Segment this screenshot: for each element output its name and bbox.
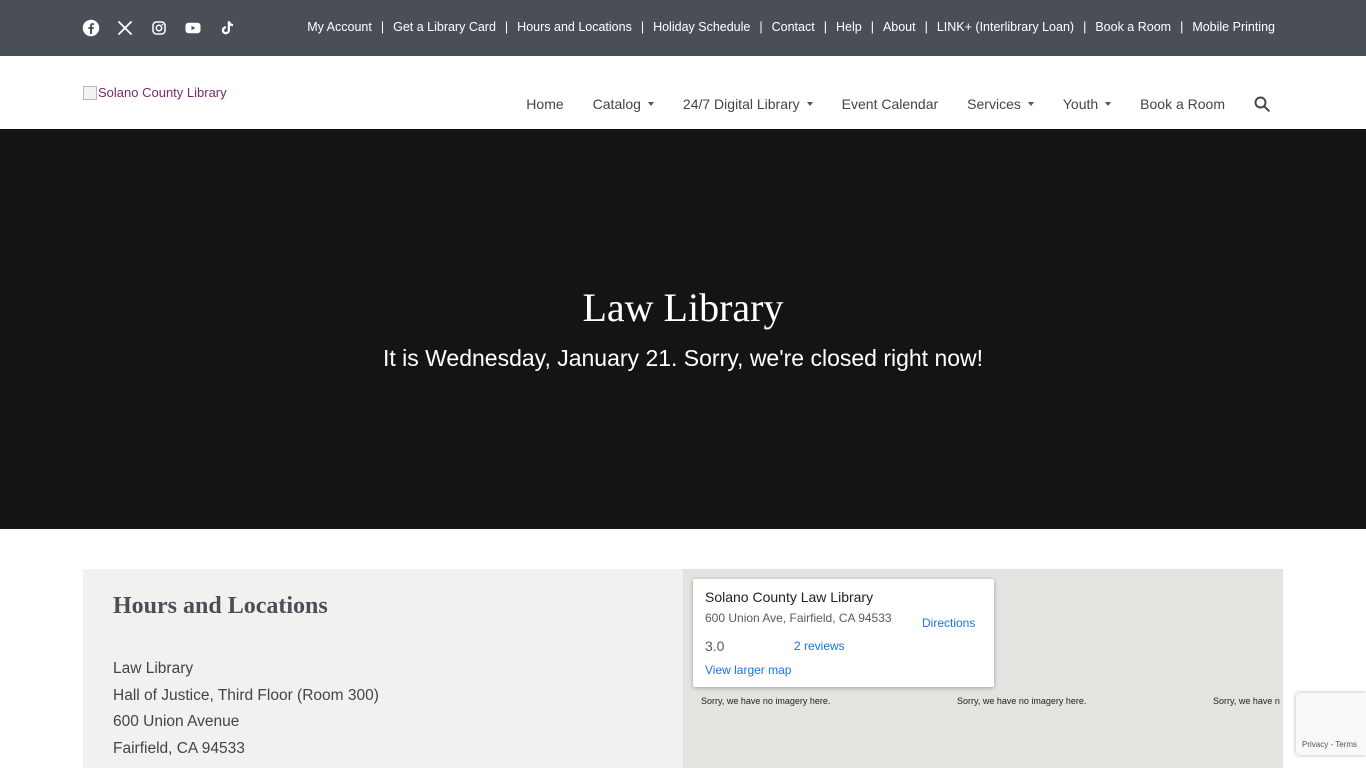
recaptcha-badge[interactable]: Privacy - Terms xyxy=(1296,693,1366,755)
map-place-card: Solano County Law Library 600 Union Ave,… xyxy=(693,579,994,687)
utility-links: My Account | Get a Library Card | Hours … xyxy=(307,20,1275,34)
map-place-name: Solano County Law Library xyxy=(705,589,874,605)
nav-event-calendar[interactable]: Event Calendar xyxy=(842,96,939,112)
open-status-text: It is Wednesday, January 21. Sorry, we'r… xyxy=(382,345,984,371)
caret-down-icon xyxy=(647,102,654,106)
contact-link[interactable]: Contact xyxy=(772,20,815,34)
help-link[interactable]: Help xyxy=(836,20,862,34)
link-separator: | xyxy=(1083,20,1087,34)
my-account-link[interactable]: My Account xyxy=(307,20,372,34)
nav-label: Youth xyxy=(1062,96,1099,112)
location-map[interactable]: Solano County Law Library 600 Union Ave,… xyxy=(683,569,1283,768)
nav-digital-library[interactable]: 24/7 Digital Library xyxy=(683,96,813,112)
about-link[interactable]: About xyxy=(883,20,916,34)
hours-heading: Hours and Locations xyxy=(113,593,328,619)
map-rating: 3.0 xyxy=(705,638,725,654)
link-separator: | xyxy=(504,20,509,34)
search-icon[interactable] xyxy=(1254,96,1270,112)
caret-down-icon xyxy=(1105,102,1112,106)
location-address: Law Library Hall of Justice, Third Floor… xyxy=(113,656,379,762)
nav-home[interactable]: Home xyxy=(526,96,563,112)
reviews-link[interactable]: 2 reviews xyxy=(794,639,845,653)
tiktok-icon[interactable] xyxy=(218,19,236,37)
caret-down-icon xyxy=(806,102,813,106)
book-room-utility-link[interactable]: Book a Room xyxy=(1095,20,1171,34)
library-card-link[interactable]: Get a Library Card xyxy=(393,20,496,34)
link-separator: | xyxy=(380,20,385,34)
interlibrary-loan-link[interactable]: LINK+ (Interlibrary Loan) xyxy=(937,20,1074,34)
site-logo[interactable]: Solano County Library xyxy=(83,85,227,100)
nav-services[interactable]: Services xyxy=(967,96,1034,112)
page-title: Law Library xyxy=(582,285,784,330)
nav-label: Event Calendar xyxy=(841,96,939,112)
youtube-icon[interactable] xyxy=(184,19,202,37)
main-nav: Home Catalog 24/7 Digital Library Event … xyxy=(526,96,1270,112)
address-line: Hall of Justice, Third Floor (Room 300) xyxy=(113,686,379,704)
site-header: Solano County Library Home Catalog 24/7 … xyxy=(0,56,1366,129)
hero-banner: Law Library It is Wednesday, January 21.… xyxy=(0,129,1366,529)
logo-alt-text: Solano County Library xyxy=(98,85,227,100)
caret-down-icon xyxy=(1027,102,1034,106)
link-separator: | xyxy=(640,20,645,34)
privacy-link[interactable]: Privacy xyxy=(1302,740,1328,749)
holiday-schedule-link[interactable]: Holiday Schedule xyxy=(653,20,750,34)
nav-label: 24/7 Digital Library xyxy=(682,96,800,112)
link-separator: | xyxy=(759,20,763,34)
instagram-icon[interactable] xyxy=(150,19,168,37)
nav-label: Book a Room xyxy=(1140,96,1225,112)
link-separator: | xyxy=(924,20,928,34)
hours-locations-panel: Hours and Locations Law Library Hall of … xyxy=(83,569,683,768)
address-line: Fairfield, CA 94533 xyxy=(113,739,245,757)
x-icon[interactable] xyxy=(116,19,134,37)
link-separator: | xyxy=(870,20,874,34)
nav-catalog[interactable]: Catalog xyxy=(593,96,654,112)
terms-link[interactable]: Terms xyxy=(1335,740,1357,749)
map-tile-message: Sorry, we have n xyxy=(1213,696,1280,706)
nav-book-room[interactable]: Book a Room xyxy=(1140,96,1225,112)
nav-youth[interactable]: Youth xyxy=(1062,96,1112,112)
recaptcha-terms: Privacy - Terms xyxy=(1302,740,1357,749)
utility-bar: My Account | Get a Library Card | Hours … xyxy=(0,0,1366,56)
broken-image-icon xyxy=(83,85,97,100)
nav-label: Catalog xyxy=(592,96,641,112)
mobile-printing-link[interactable]: Mobile Printing xyxy=(1192,20,1275,34)
address-line: 600 Union Avenue xyxy=(113,713,240,730)
link-separator: | xyxy=(1180,20,1184,34)
map-tile-message: Sorry, we have no imagery here. xyxy=(701,696,831,706)
facebook-icon[interactable] xyxy=(82,19,100,37)
directions-link[interactable]: Directions xyxy=(922,616,975,630)
address-line: Law Library xyxy=(113,660,194,677)
nav-label: Services xyxy=(967,96,1021,112)
view-larger-map-link[interactable]: View larger map xyxy=(705,663,791,677)
link-separator: | xyxy=(823,20,827,34)
map-tile-message: Sorry, we have no imagery here. xyxy=(957,696,1087,706)
social-links xyxy=(82,19,252,37)
map-place-address: 600 Union Ave, Fairfield, CA 94533 xyxy=(705,611,892,625)
hours-locations-link[interactable]: Hours and Locations xyxy=(517,20,632,34)
nav-label: Home xyxy=(526,96,564,112)
